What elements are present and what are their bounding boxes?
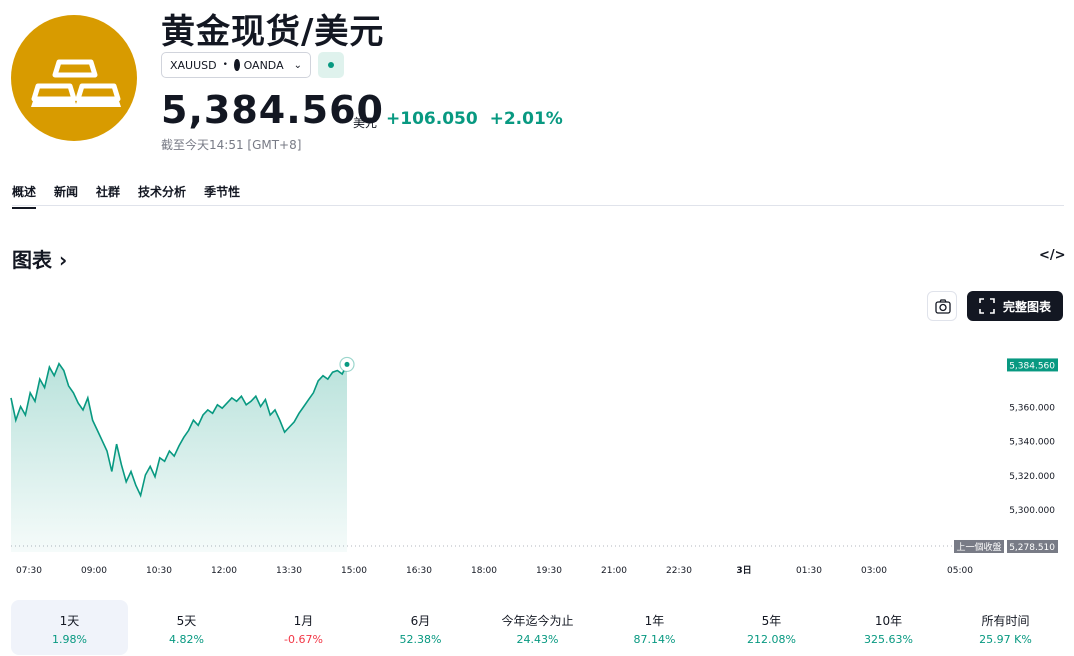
range-option[interactable]: 5年 212.08% xyxy=(713,600,830,655)
range-change: 24.43% xyxy=(516,633,559,646)
snapshot-button[interactable] xyxy=(927,291,957,321)
range-change: -0.67% xyxy=(284,633,323,646)
prev-close-label: 上一個收盤 xyxy=(956,541,1001,553)
range-change: 52.38% xyxy=(399,633,442,646)
range-option[interactable]: 5天 4.82% xyxy=(128,600,245,655)
as-of-time: 截至今天14:51 [GMT+8] xyxy=(161,138,302,152)
range-option[interactable]: 1月 -0.67% xyxy=(245,600,362,655)
x-tick-label: 12:00 xyxy=(211,566,237,576)
range-label: 6月 xyxy=(410,614,431,628)
x-tick-label: 05:00 xyxy=(947,566,973,576)
tabs-divider xyxy=(12,205,1064,206)
range-label: 5天 xyxy=(176,614,197,628)
x-tick-label: 18:00 xyxy=(471,566,497,576)
x-tick-label: 3日 xyxy=(736,565,751,576)
fullscreen-icon xyxy=(979,298,995,314)
separator-dot: • xyxy=(222,60,228,70)
x-tick-label: 22:30 xyxy=(666,566,692,576)
market-open-dot-icon xyxy=(328,62,334,68)
market-status-button[interactable] xyxy=(318,52,344,78)
x-tick-label: 19:30 xyxy=(536,566,562,576)
range-label: 1月 xyxy=(293,614,314,628)
full-chart-label: 完整图表 xyxy=(1003,299,1052,314)
price-area-fill xyxy=(11,363,347,552)
last-price-label: 5,384.560 xyxy=(1009,361,1055,371)
x-tick-label: 01:30 xyxy=(796,566,822,576)
exchange-label: OANDA xyxy=(243,58,284,72)
y-tick-label: 5,340.000 xyxy=(1009,438,1055,448)
y-tick-label: 5,320.000 xyxy=(1009,472,1055,482)
gold-bars-icon xyxy=(11,15,137,141)
range-label: 1年 xyxy=(644,614,665,628)
price-chart[interactable]: 5,300.000 5,320.000 5,340.000 5,360.000 5,38… xyxy=(0,330,1074,580)
range-change: 87.14% xyxy=(633,633,676,646)
change-percent: +2.01% xyxy=(489,109,563,129)
x-tick-label: 16:30 xyxy=(406,566,432,576)
range-label: 所有时间 xyxy=(981,614,1030,628)
range-option[interactable]: 今年迄今为止 24.43% xyxy=(479,600,596,655)
code-embed-icon[interactable]: </> xyxy=(1039,248,1066,263)
x-tick-label: 13:30 xyxy=(276,566,302,576)
range-change: 4.82% xyxy=(169,633,204,646)
price-change: +106.050 +2.01% xyxy=(386,109,563,129)
chevron-down-icon: ⌄ xyxy=(293,59,302,71)
x-tick-label: 15:00 xyxy=(341,566,367,576)
range-option[interactable]: 1年 87.14% xyxy=(596,600,713,655)
chart-section-link[interactable]: 图表 › xyxy=(12,244,67,273)
x-tick-label: 09:00 xyxy=(81,566,107,576)
y-tick-label: 5,360.000 xyxy=(1009,403,1055,413)
page-title: 黄金现货/美元 xyxy=(161,12,385,52)
x-tick-label: 07:30 xyxy=(16,566,42,576)
oanda-icon xyxy=(233,59,240,71)
symbol-label: XAUUSD xyxy=(170,58,217,72)
range-label: 今年迄今为止 xyxy=(501,614,574,628)
range-option[interactable]: 1天 1.98% xyxy=(11,600,128,655)
range-label: 5年 xyxy=(761,614,782,628)
range-change: 325.63% xyxy=(864,633,913,646)
y-tick-label: 5,300.000 xyxy=(1009,506,1055,516)
range-label: 10年 xyxy=(874,614,903,628)
full-chart-button[interactable]: 完整图表 xyxy=(967,291,1063,321)
currency-label: 美元 xyxy=(353,116,378,130)
chart-section-title: 图表 xyxy=(12,248,52,272)
range-option[interactable]: 6月 52.38% xyxy=(362,600,479,655)
range-change: 212.08% xyxy=(747,633,796,646)
range-selector: 1天 1.98% 5天 4.82% 1月 -0.67% 6月 52.38% 今年迄今为止 24.4… xyxy=(11,600,1064,655)
prev-close-value: 5,278.510 xyxy=(1009,543,1055,553)
range-label: 1天 xyxy=(59,614,80,628)
symbol-selector[interactable]: XAUUSD • OANDA ⌄ xyxy=(161,52,311,78)
last-point xyxy=(344,361,350,367)
range-change: 1.98% xyxy=(52,633,87,646)
camera-icon xyxy=(935,299,951,314)
range-change: 25.97 K% xyxy=(979,633,1032,646)
range-option[interactable]: 10年 325.63% xyxy=(830,600,947,655)
change-absolute: +106.050 xyxy=(386,109,478,129)
last-price: 5,384.560 xyxy=(161,88,384,132)
chevron-right-icon: › xyxy=(58,248,68,272)
x-tick-label: 21:00 xyxy=(601,566,627,576)
x-tick-label: 10:30 xyxy=(146,566,172,576)
x-tick-label: 03:00 xyxy=(861,566,887,576)
range-option[interactable]: 所有时间 25.97 K% xyxy=(947,600,1064,655)
